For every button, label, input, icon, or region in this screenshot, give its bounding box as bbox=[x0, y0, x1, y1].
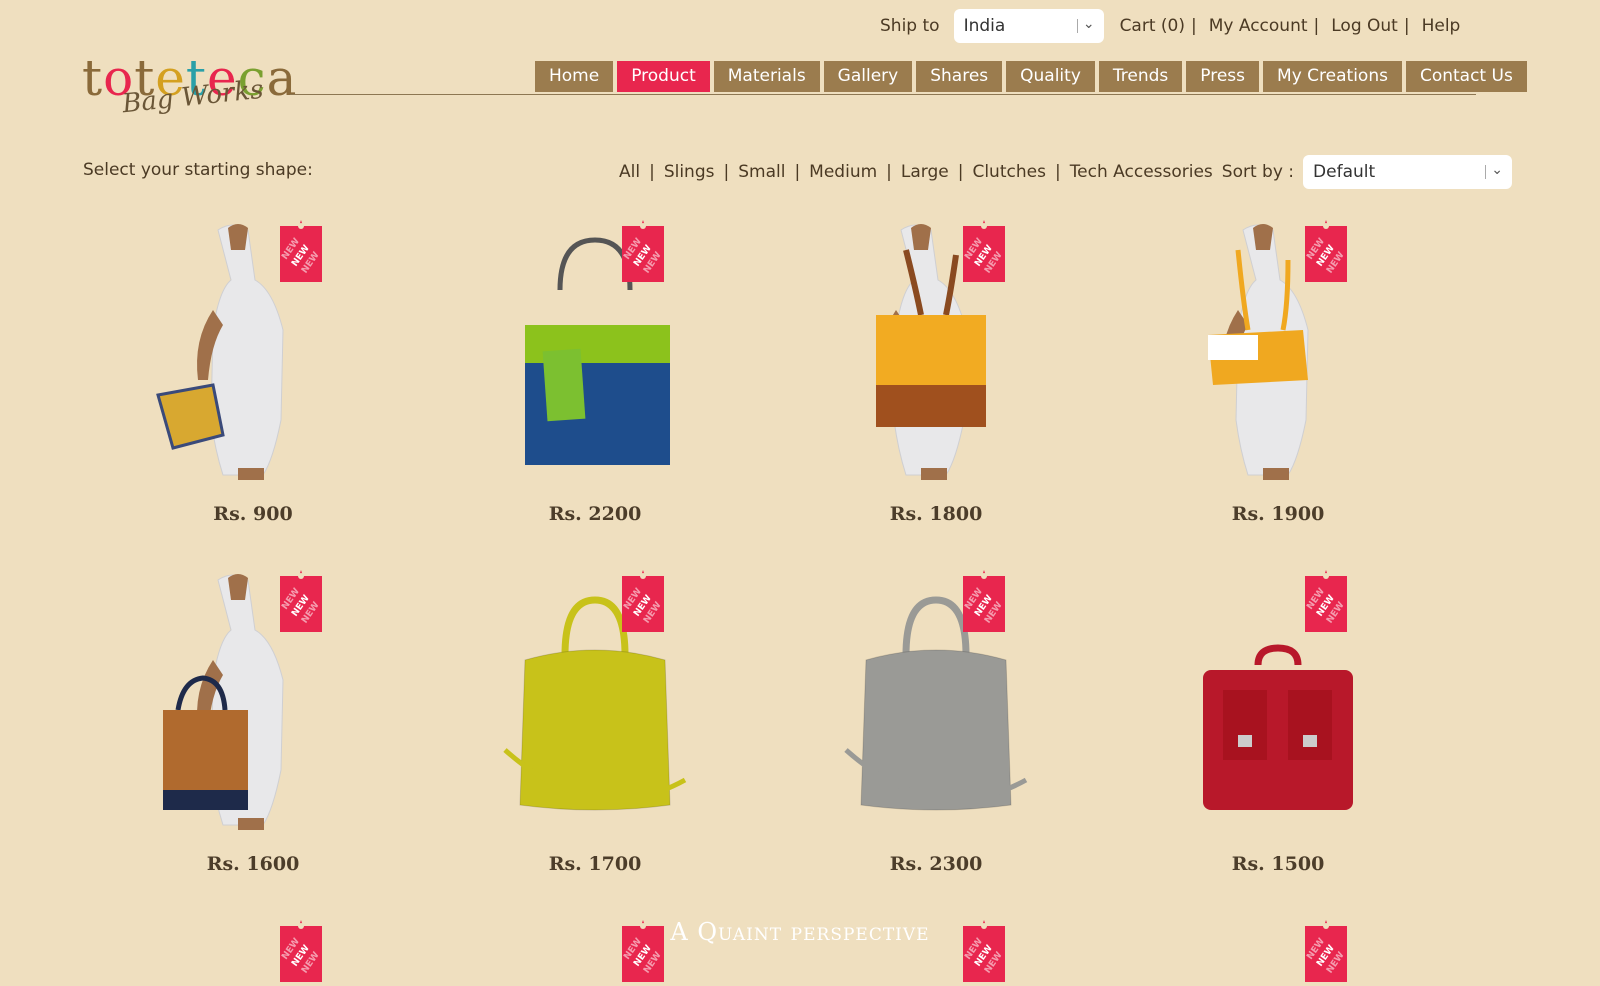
country-value: India bbox=[963, 16, 1006, 36]
divider: | bbox=[1054, 162, 1061, 182]
product-price: Rs. 2200 bbox=[548, 503, 642, 525]
product-card[interactable]: NEW NEW NEW Rs. 1800 bbox=[806, 220, 1066, 525]
chevron-down-icon: ⌄ bbox=[1491, 162, 1504, 178]
new-tag-icon: NEW NEW NEW bbox=[280, 570, 322, 632]
new-tag-icon: NEW NEW NEW bbox=[1305, 570, 1347, 632]
footer-tagline: A Quaint perspective bbox=[670, 918, 930, 946]
product-price: Rs. 1500 bbox=[1231, 853, 1325, 875]
main-nav: Home Product Materials Gallery Shares Quality… bbox=[535, 61, 1527, 92]
product-card[interactable]: NEW NEW NEW Rs. 2300 bbox=[806, 570, 1066, 875]
help-link[interactable]: Help bbox=[1422, 16, 1461, 36]
nav-item-shares[interactable]: Shares bbox=[916, 61, 1003, 92]
select-divider bbox=[1076, 19, 1078, 33]
country-select[interactable]: India ⌄ bbox=[953, 9, 1104, 43]
product-price: Rs. 2300 bbox=[889, 853, 983, 875]
sort-select[interactable]: Default ⌄ bbox=[1303, 155, 1513, 189]
filter-small[interactable]: Small bbox=[738, 162, 785, 182]
new-tag-icon: NEW NEW NEW bbox=[622, 570, 664, 632]
filter-all[interactable]: All bbox=[619, 162, 640, 182]
divider: | bbox=[794, 162, 801, 182]
product-card[interactable]: NEW NEW NEW Rs. 1700 bbox=[465, 570, 725, 875]
sort-by-label: Sort by : bbox=[1221, 162, 1295, 182]
divider: | bbox=[957, 162, 964, 182]
nav-item-home[interactable]: Home bbox=[535, 61, 614, 92]
product-image[interactable] bbox=[465, 220, 725, 480]
product-image[interactable] bbox=[806, 220, 1066, 480]
product-image[interactable] bbox=[123, 570, 383, 830]
product-price: Rs. 1900 bbox=[1231, 503, 1325, 525]
product-price: Rs. 1700 bbox=[548, 853, 642, 875]
nav-item-trends[interactable]: Trends bbox=[1098, 61, 1183, 92]
divider: | bbox=[1403, 16, 1410, 36]
divider: | bbox=[1313, 16, 1320, 36]
nav-item-contact-us[interactable]: Contact Us bbox=[1405, 61, 1527, 92]
new-tag-icon: NEW NEW NEW bbox=[1305, 220, 1347, 282]
sort-value: Default bbox=[1313, 162, 1376, 182]
divider: | bbox=[1191, 16, 1197, 36]
product-image[interactable] bbox=[465, 570, 725, 830]
filter-medium[interactable]: Medium bbox=[809, 162, 877, 182]
divider: | bbox=[723, 162, 730, 182]
filter-clutches[interactable]: Clutches bbox=[972, 162, 1045, 182]
nav-item-press[interactable]: Press bbox=[1186, 61, 1260, 92]
filter-large[interactable]: Large bbox=[901, 162, 949, 182]
new-tag-icon: NEW NEW NEW bbox=[280, 220, 322, 282]
nav-item-product[interactable]: Product bbox=[617, 61, 710, 92]
product-image[interactable] bbox=[1148, 220, 1408, 480]
chevron-down-icon: ⌄ bbox=[1082, 16, 1095, 32]
new-tag-icon: NEW NEW NEW bbox=[963, 220, 1005, 282]
product-card[interactable]: NEW NEW NEW Rs. 1600 bbox=[123, 570, 383, 875]
divider: | bbox=[649, 162, 655, 182]
divider: | bbox=[886, 162, 892, 182]
product-image[interactable] bbox=[806, 570, 1066, 830]
cart-link[interactable]: Cart (0) bbox=[1120, 16, 1185, 36]
logo-letter: a bbox=[266, 49, 298, 107]
product-price: Rs. 1600 bbox=[206, 853, 300, 875]
select-divider bbox=[1485, 165, 1487, 179]
new-tag-icon: NEW NEW NEW bbox=[622, 220, 664, 282]
logo-letter: t bbox=[82, 49, 104, 107]
top-bar: Ship to India ⌄ Cart (0) | My Account | Lo… bbox=[880, 8, 1460, 44]
product-card[interactable]: NEW NEW NEW Rs. 1500 bbox=[1148, 570, 1408, 875]
header-rule bbox=[290, 94, 1476, 95]
nav-item-gallery[interactable]: Gallery bbox=[823, 61, 913, 92]
new-tag-icon: NEW NEW NEW bbox=[963, 570, 1005, 632]
nav-item-quality[interactable]: Quality bbox=[1006, 61, 1095, 92]
account-links: Cart (0) | My Account | Log Out | Help bbox=[1120, 16, 1461, 36]
product-card[interactable]: NEW NEW NEW Rs. 1900 bbox=[1148, 220, 1408, 525]
product-price: Rs. 1800 bbox=[889, 503, 983, 525]
shape-filter-label: Select your starting shape: bbox=[83, 160, 313, 180]
my-account-link[interactable]: My Account bbox=[1209, 16, 1308, 36]
nav-item-my-creations[interactable]: My Creations bbox=[1263, 61, 1402, 92]
site-logo[interactable]: toteteca Bag Works bbox=[82, 50, 312, 130]
filter-tech-accessories[interactable]: Tech Accessories bbox=[1070, 162, 1213, 182]
filter-slings[interactable]: Slings bbox=[664, 162, 715, 182]
ship-to-label: Ship to bbox=[880, 16, 940, 36]
product-image[interactable] bbox=[1148, 570, 1408, 830]
product-card[interactable]: NEW NEW NEW Rs. 2200 bbox=[465, 220, 725, 525]
product-card[interactable]: NEW NEW NEW Rs. 900 bbox=[123, 220, 383, 525]
shape-filters: All | Slings | Small | Medium | Large | Clutches | T… bbox=[619, 155, 1513, 189]
log-out-link[interactable]: Log Out bbox=[1331, 16, 1398, 36]
product-image[interactable] bbox=[123, 220, 383, 480]
nav-item-materials[interactable]: Materials bbox=[713, 61, 820, 92]
product-price: Rs. 900 bbox=[213, 503, 293, 525]
